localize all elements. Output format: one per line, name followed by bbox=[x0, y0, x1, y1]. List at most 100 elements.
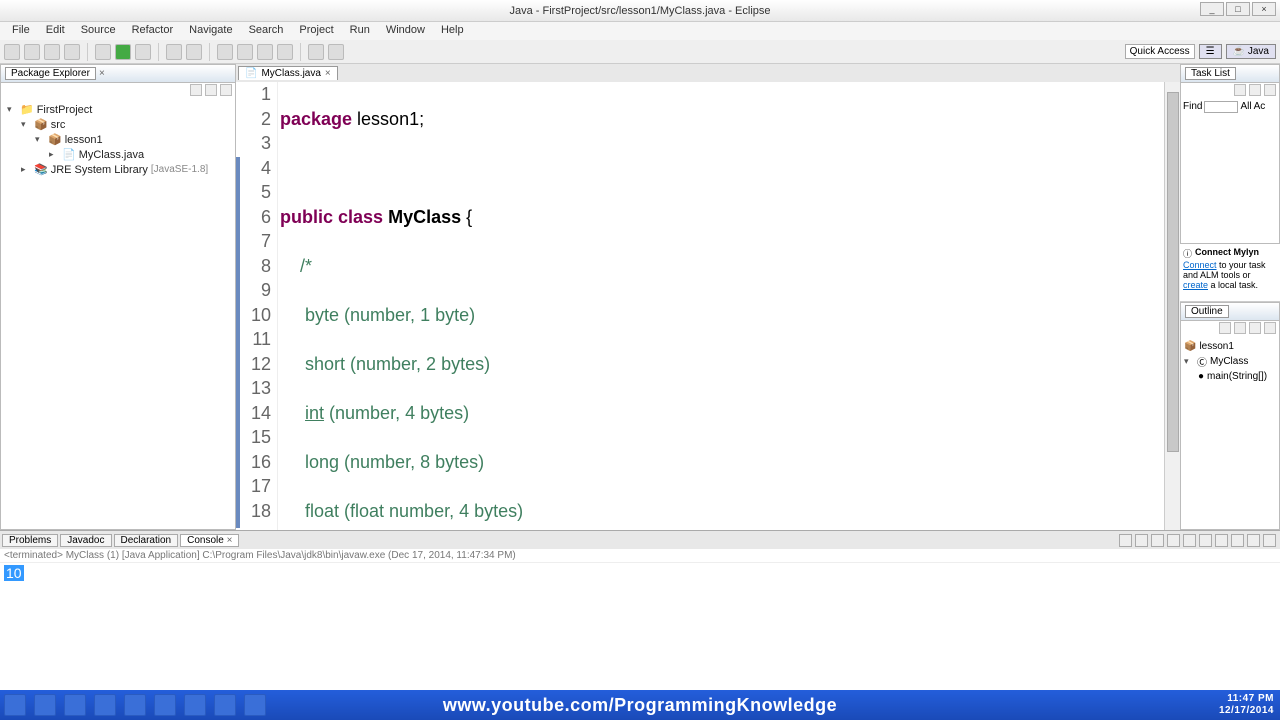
console-output[interactable]: 10 bbox=[0, 563, 1280, 584]
forward-icon[interactable] bbox=[328, 44, 344, 60]
view-menu-icon[interactable] bbox=[220, 84, 232, 96]
app-icon[interactable] bbox=[154, 694, 176, 716]
minimize-view-icon[interactable] bbox=[1247, 534, 1260, 547]
firefox-icon[interactable] bbox=[184, 694, 206, 716]
main-toolbar: Quick Access ☰ ☕ Java bbox=[0, 40, 1280, 64]
java-perspective[interactable]: ☕ Java bbox=[1226, 44, 1276, 59]
right-column: Task List Find All Ac ⓘConnect Mylyn Con… bbox=[1180, 64, 1280, 530]
maximize-button[interactable]: □ bbox=[1226, 2, 1250, 16]
scroll-lock-icon[interactable] bbox=[1183, 534, 1196, 547]
new-class-icon[interactable] bbox=[186, 44, 202, 60]
toggle-block-icon[interactable] bbox=[277, 44, 293, 60]
tab-problems[interactable]: Problems bbox=[2, 534, 58, 547]
categorize-icon[interactable] bbox=[1249, 84, 1261, 96]
main-area: Package Explorer × ▾📁 FirstProject ▾📦 sr… bbox=[0, 64, 1280, 530]
chrome-icon[interactable] bbox=[214, 694, 236, 716]
pin-console-icon[interactable] bbox=[1199, 534, 1212, 547]
filter-all[interactable]: All bbox=[1240, 101, 1251, 113]
menu-run[interactable]: Run bbox=[342, 22, 378, 40]
new-icon[interactable] bbox=[4, 44, 20, 60]
new-package-icon[interactable] bbox=[166, 44, 182, 60]
menu-file[interactable]: File bbox=[4, 22, 38, 40]
code-content[interactable]: package lesson1; public class MyClass { … bbox=[278, 82, 1140, 530]
vertical-scrollbar[interactable] bbox=[1164, 82, 1180, 530]
open-type-icon[interactable] bbox=[217, 44, 233, 60]
menu-edit[interactable]: Edit bbox=[38, 22, 73, 40]
start-button-icon[interactable] bbox=[4, 694, 26, 716]
explorer-icon[interactable] bbox=[64, 694, 86, 716]
code-editor[interactable]: 123 456 789 101112 131415 161718 package… bbox=[236, 82, 1180, 530]
maximize-view-icon[interactable] bbox=[1263, 534, 1276, 547]
separator bbox=[158, 43, 159, 61]
src-node[interactable]: ▾📦 src bbox=[7, 117, 229, 132]
editor-tabs: 📄 MyClass.java × bbox=[236, 64, 1180, 82]
menu-refactor[interactable]: Refactor bbox=[124, 22, 182, 40]
panel-toolbar bbox=[1, 83, 235, 99]
menu-help[interactable]: Help bbox=[433, 22, 472, 40]
menubar: File Edit Source Refactor Navigate Searc… bbox=[0, 22, 1280, 40]
close-icon[interactable]: × bbox=[227, 535, 233, 546]
tab-javadoc[interactable]: Javadoc bbox=[60, 534, 111, 547]
editor-tab-myclass[interactable]: 📄 MyClass.java × bbox=[238, 66, 338, 80]
terminate-icon[interactable] bbox=[1119, 534, 1132, 547]
connect-link[interactable]: Connect bbox=[1183, 260, 1217, 270]
close-tab-icon[interactable]: × bbox=[325, 68, 331, 79]
outline-package[interactable]: 📦 lesson1 bbox=[1184, 340, 1276, 353]
amazon-icon[interactable] bbox=[124, 694, 146, 716]
file-node[interactable]: ▸📄 MyClass.java bbox=[7, 147, 229, 162]
view-menu-icon[interactable] bbox=[1264, 84, 1276, 96]
minimize-button[interactable]: _ bbox=[1200, 2, 1224, 16]
scrollbar-thumb[interactable] bbox=[1167, 92, 1179, 452]
tab-console[interactable]: Console × bbox=[180, 534, 239, 547]
filter-ac[interactable]: Ac bbox=[1254, 101, 1266, 113]
view-menu-icon[interactable] bbox=[1264, 322, 1276, 334]
menu-window[interactable]: Window bbox=[378, 22, 433, 40]
outline-tree[interactable]: 📦 lesson1 ▾Ⓒ MyClass ● main(String[]) bbox=[1181, 337, 1279, 386]
outline-method[interactable]: ● main(String[]) bbox=[1184, 370, 1276, 383]
run-icon[interactable] bbox=[115, 44, 131, 60]
collapse-all-icon[interactable] bbox=[190, 84, 202, 96]
display-selected-icon[interactable] bbox=[1215, 534, 1228, 547]
open-console-icon[interactable] bbox=[1231, 534, 1244, 547]
panel-header: Task List bbox=[1181, 65, 1279, 83]
project-node[interactable]: ▾📁 FirstProject bbox=[7, 102, 229, 117]
system-clock[interactable]: 11:47 PM12/17/2014 bbox=[1219, 693, 1274, 717]
menu-search[interactable]: Search bbox=[241, 22, 292, 40]
save-all-icon[interactable] bbox=[44, 44, 60, 60]
outline-class[interactable]: ▾Ⓒ MyClass bbox=[1184, 353, 1276, 370]
hide-fields-icon[interactable] bbox=[1234, 322, 1246, 334]
remove-launch-icon[interactable] bbox=[1135, 534, 1148, 547]
task-find-row: Find All Ac bbox=[1181, 99, 1279, 115]
package-tree[interactable]: ▾📁 FirstProject ▾📦 src ▾📦 lesson1 ▸📄 MyC… bbox=[1, 99, 235, 180]
create-link[interactable]: create bbox=[1183, 280, 1208, 290]
print-icon[interactable] bbox=[64, 44, 80, 60]
new-task-icon[interactable] bbox=[1234, 84, 1246, 96]
menu-project[interactable]: Project bbox=[291, 22, 341, 40]
mylyn-title: Connect Mylyn bbox=[1195, 247, 1259, 260]
open-perspective-icon[interactable]: ☰ bbox=[1199, 44, 1222, 59]
jre-node[interactable]: ▸📚 JRE System Library [JavaSE-1.8] bbox=[7, 162, 229, 177]
back-icon[interactable] bbox=[308, 44, 324, 60]
sort-icon[interactable] bbox=[1219, 322, 1231, 334]
menu-source[interactable]: Source bbox=[73, 22, 124, 40]
package-node[interactable]: ▾📦 lesson1 bbox=[7, 132, 229, 147]
excel-icon[interactable] bbox=[94, 694, 116, 716]
find-input[interactable] bbox=[1204, 101, 1238, 113]
tab-declaration[interactable]: Declaration bbox=[114, 534, 179, 547]
close-icon[interactable]: × bbox=[99, 68, 105, 79]
debug-icon[interactable] bbox=[95, 44, 111, 60]
quick-access[interactable]: Quick Access bbox=[1125, 44, 1195, 59]
save-icon[interactable] bbox=[24, 44, 40, 60]
run-last-icon[interactable] bbox=[135, 44, 151, 60]
clear-console-icon[interactable] bbox=[1167, 534, 1180, 547]
window-controls: _ □ × bbox=[1200, 2, 1276, 16]
ie-icon[interactable] bbox=[34, 694, 56, 716]
search-icon[interactable] bbox=[237, 44, 253, 60]
close-button[interactable]: × bbox=[1252, 2, 1276, 16]
eclipse-icon[interactable] bbox=[244, 694, 266, 716]
menu-navigate[interactable]: Navigate bbox=[181, 22, 240, 40]
link-editor-icon[interactable] bbox=[205, 84, 217, 96]
hide-static-icon[interactable] bbox=[1249, 322, 1261, 334]
remove-all-icon[interactable] bbox=[1151, 534, 1164, 547]
toggle-mark-icon[interactable] bbox=[257, 44, 273, 60]
